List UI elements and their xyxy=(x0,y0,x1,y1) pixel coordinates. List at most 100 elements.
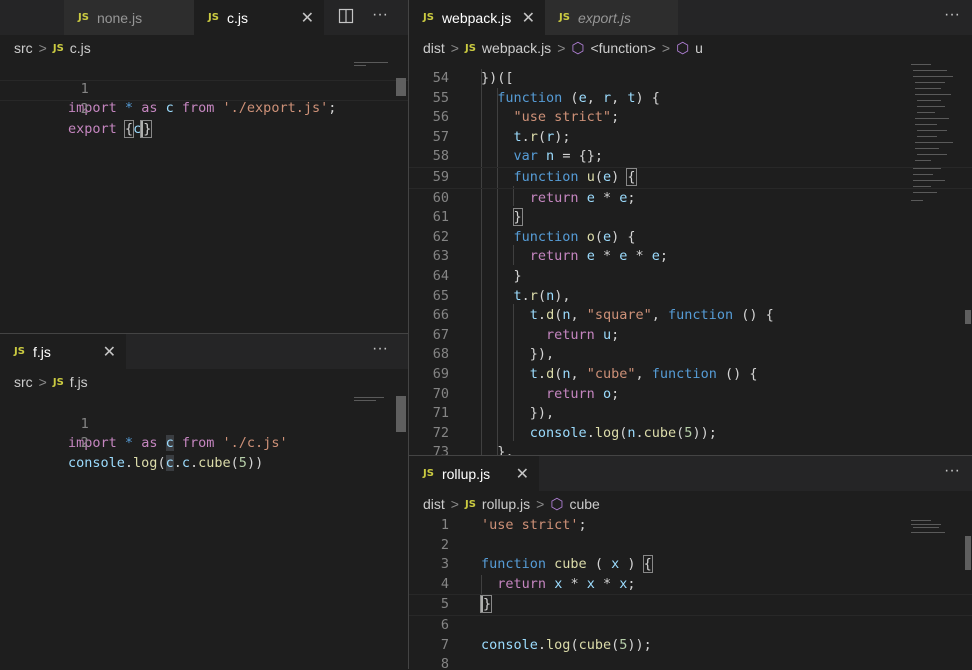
code-text: } xyxy=(512,208,523,227)
breadcrumb-folder[interactable]: dist xyxy=(423,40,445,56)
close-icon[interactable]: ✕ xyxy=(516,464,529,484)
code-editor[interactable]: 1 import * as c from './c.js' 2 console.… xyxy=(0,395,408,471)
code-line: 54})([ xyxy=(409,69,972,89)
breadcrumb-file[interactable]: f.js xyxy=(70,374,88,390)
code-text: }), xyxy=(481,405,555,422)
minimap[interactable] xyxy=(352,395,392,415)
symbol-cube-icon: ⬡ xyxy=(571,40,585,57)
line-number: 68 xyxy=(432,346,449,363)
code-text: import * as c from './export.js'; xyxy=(68,100,337,117)
tab-export-js[interactable]: JS export.js xyxy=(545,0,678,35)
scrollbar-thumb[interactable] xyxy=(965,536,971,570)
line-number: 3 xyxy=(440,556,449,573)
code-line: 8 xyxy=(409,655,972,670)
more-actions-icon[interactable]: ··· xyxy=(372,340,388,358)
split-editor-icon[interactable] xyxy=(338,8,354,29)
code-text: return e * e * e; xyxy=(529,248,669,265)
code-line: 1 import * as c from './export.js'; xyxy=(0,60,408,117)
tab-bar: JS webpack.js ✕ JS export.js ··· xyxy=(409,0,972,35)
minimap[interactable] xyxy=(909,518,961,538)
js-file-icon: JS xyxy=(464,42,476,54)
code-text: } xyxy=(481,267,522,284)
scrollbar-thumb[interactable] xyxy=(396,396,406,432)
code-text: })([ xyxy=(481,70,514,86)
breadcrumb-folder[interactable]: dist xyxy=(423,496,445,512)
line-number: 56 xyxy=(432,109,449,126)
code-text: t.d(n, "cube", function () { xyxy=(529,365,758,382)
tab-webpack-js[interactable]: JS webpack.js ✕ xyxy=(409,0,545,35)
close-icon[interactable]: ✕ xyxy=(103,342,116,362)
js-file-icon: JS xyxy=(78,12,89,23)
line-number: 5 xyxy=(440,596,449,613)
tab-label: webpack.js xyxy=(441,9,512,26)
tab-f-js[interactable]: JS f.js ✕ xyxy=(0,334,126,369)
line-number: 58 xyxy=(432,148,449,165)
code-text: function cube ( x ) { xyxy=(481,555,653,574)
line-number: 8 xyxy=(440,656,449,670)
more-actions-icon[interactable]: ··· xyxy=(372,6,388,24)
line-number: 72 xyxy=(432,424,449,441)
line-number: 60 xyxy=(432,189,449,206)
code-text: } xyxy=(479,595,493,614)
code-line: 69 t.d(n, "cube", function () { xyxy=(409,365,972,385)
line-number: 70 xyxy=(432,385,449,402)
code-editor[interactable]: 1'use strict'; 2 3 function cube ( x ) { … xyxy=(409,516,972,670)
breadcrumb-symbol[interactable]: <function> xyxy=(590,40,655,56)
js-file-icon: JS xyxy=(14,346,25,357)
code-line: 61 } xyxy=(409,208,972,228)
breadcrumb-file[interactable]: webpack.js xyxy=(482,40,551,56)
line-number: 6 xyxy=(440,616,449,633)
code-text: }, xyxy=(481,444,514,455)
symbol-cube-icon: ⬡ xyxy=(550,496,564,513)
code-line: 66 t.d(n, "square", function () { xyxy=(409,306,972,326)
minimap[interactable] xyxy=(352,60,392,80)
code-line: 4 return x * x * x; xyxy=(409,575,972,595)
code-text: function (e, r, t) { xyxy=(497,89,660,106)
code-text: console.log(c.c.cube(5)) xyxy=(68,454,264,471)
chevron-right-icon: > xyxy=(38,374,47,390)
breadcrumb-folder[interactable]: src xyxy=(14,374,33,390)
tab-label: f.js xyxy=(32,343,51,360)
code-line: 67 return u; xyxy=(409,326,972,346)
js-file-icon: JS xyxy=(423,468,434,479)
line-number: 2 xyxy=(80,101,89,118)
chevron-right-icon: > xyxy=(557,40,566,56)
close-icon[interactable]: ✕ xyxy=(522,8,535,28)
breadcrumb-folder[interactable]: src xyxy=(14,40,33,56)
tab-rollup-js[interactable]: JS rollup.js ✕ xyxy=(409,456,539,491)
code-line: 2 export {c} xyxy=(0,79,408,138)
js-file-icon: JS xyxy=(464,498,476,510)
more-actions-icon[interactable]: ··· xyxy=(944,462,960,480)
code-editor[interactable]: 1 import * as c from './export.js'; 2 ex… xyxy=(0,60,408,138)
code-line: 58 var n = {}; xyxy=(409,147,972,167)
code-line: 1 import * as c from './c.js' xyxy=(0,395,408,452)
chevron-right-icon: > xyxy=(450,496,459,512)
close-icon[interactable]: ✕ xyxy=(301,8,314,28)
breadcrumb-symbol[interactable]: cube xyxy=(569,496,599,512)
tab-label: export.js xyxy=(577,9,631,26)
breadcrumb-symbol[interactable]: u xyxy=(695,40,703,56)
breadcrumb-file[interactable]: c.js xyxy=(70,40,91,56)
breadcrumb-file[interactable]: rollup.js xyxy=(482,496,530,512)
code-line: 56 "use strict"; xyxy=(409,108,972,128)
line-number: 2 xyxy=(80,435,89,452)
editor-group-left-top: JS none.js JS c.js ✕ ··· src > JS c.js 1… xyxy=(0,0,408,333)
code-text: var n = {}; xyxy=(513,148,603,165)
line-number: 57 xyxy=(432,128,449,145)
code-text: }), xyxy=(481,346,555,363)
line-number: 65 xyxy=(432,287,449,304)
code-line: 65 t.r(n), xyxy=(409,287,972,307)
code-text: return o; xyxy=(546,385,620,402)
more-actions-icon[interactable]: ··· xyxy=(944,6,960,24)
tab-c-js[interactable]: JS c.js ✕ xyxy=(194,0,324,35)
breadcrumb: src > JS c.js xyxy=(0,35,408,61)
scrollbar-thumb[interactable] xyxy=(965,310,971,324)
code-text: import * as c from './c.js' xyxy=(68,435,288,452)
scrollbar-thumb[interactable] xyxy=(396,78,406,96)
minimap[interactable] xyxy=(909,60,961,210)
js-file-icon: JS xyxy=(52,376,64,388)
tab-none-js[interactable]: JS none.js xyxy=(64,0,194,35)
breadcrumb: dist > JS webpack.js > ⬡ <function> > ⬡ … xyxy=(409,35,972,61)
code-line: 2 xyxy=(409,536,972,556)
code-editor[interactable]: 54})([ 55 function (e, r, t) { 56 "use s… xyxy=(409,69,972,455)
